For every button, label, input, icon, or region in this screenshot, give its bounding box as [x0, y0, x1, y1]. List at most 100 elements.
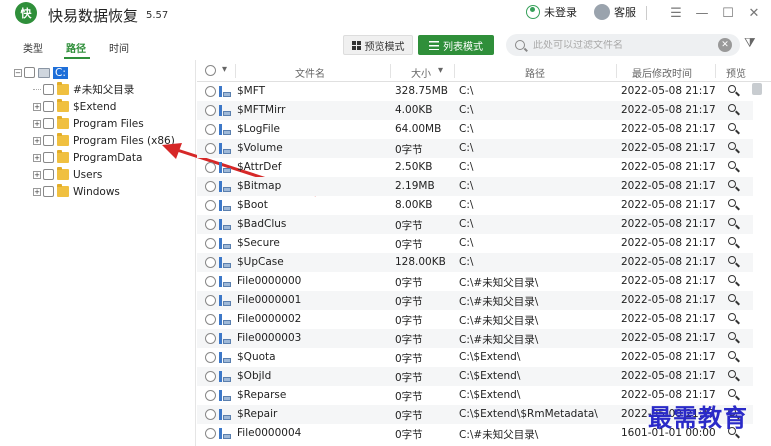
- magnifier-icon[interactable]: [728, 142, 740, 154]
- select-all-checkbox[interactable]: [205, 65, 216, 76]
- magnifier-icon[interactable]: [728, 161, 740, 173]
- magnifier-icon[interactable]: [728, 313, 740, 325]
- tree-checkbox[interactable]: [43, 101, 54, 112]
- filename-filter-input[interactable]: [533, 39, 703, 51]
- table-row[interactable]: $UpCase 128.00KB C:\ 2022-05-08 21:17: [197, 253, 753, 272]
- tree-checkbox[interactable]: [43, 84, 54, 95]
- column-name[interactable]: 文件名: [295, 65, 325, 80]
- magnifier-icon[interactable]: [728, 275, 740, 287]
- tree-item-users[interactable]: + Users: [33, 166, 102, 183]
- row-checkbox[interactable]: [205, 143, 216, 154]
- row-checkbox[interactable]: [205, 238, 216, 249]
- tree-checkbox[interactable]: [43, 152, 54, 163]
- tree-checkbox[interactable]: [43, 118, 54, 129]
- maximize-icon[interactable]: ☐: [715, 2, 741, 24]
- menu-icon[interactable]: ☰: [663, 2, 689, 24]
- table-row[interactable]: $Volume 0字节 C:\ 2022-05-08 21:17: [197, 139, 753, 158]
- row-checkbox[interactable]: [205, 314, 216, 325]
- table-row[interactable]: File0000002 0字节 C:\#未知父目录\ 2022-05-08 21:17: [197, 310, 753, 329]
- list-mode-button[interactable]: 列表模式: [418, 35, 494, 55]
- table-row[interactable]: $MFTMirr 4.00KB C:\ 2022-05-08 21:17: [197, 101, 753, 120]
- row-size: 0字节: [395, 144, 423, 156]
- row-checkbox[interactable]: [205, 352, 216, 363]
- magnifier-icon[interactable]: [728, 237, 740, 249]
- customer-service-button[interactable]: 客服: [594, 4, 636, 20]
- row-checkbox[interactable]: [205, 409, 216, 420]
- magnifier-icon[interactable]: [728, 104, 740, 116]
- sort-desc-icon[interactable]: ▾: [438, 65, 443, 76]
- magnifier-icon[interactable]: [728, 85, 740, 97]
- tree-item-windows[interactable]: + Windows: [33, 183, 120, 200]
- table-row[interactable]: File0000001 0字节 C:\#未知父目录\ 2022-05-08 21:17: [197, 291, 753, 310]
- expand-icon[interactable]: +: [33, 119, 41, 128]
- magnifier-icon[interactable]: [728, 123, 740, 135]
- magnifier-icon[interactable]: [728, 199, 740, 211]
- row-checkbox[interactable]: [205, 390, 216, 401]
- row-checkbox[interactable]: [205, 276, 216, 287]
- close-icon[interactable]: ✕: [741, 2, 767, 24]
- tree-checkbox[interactable]: [43, 135, 54, 146]
- magnifier-icon[interactable]: [728, 351, 740, 363]
- table-row[interactable]: File0000000 0字节 C:\#未知父目录\ 2022-05-08 21:17: [197, 272, 753, 291]
- table-row[interactable]: $MFT 328.75MB C:\ 2022-05-08 21:17: [197, 82, 753, 101]
- magnifier-icon[interactable]: [728, 294, 740, 306]
- expand-icon[interactable]: +: [33, 102, 41, 111]
- table-row[interactable]: $Secure 0字节 C:\ 2022-05-08 21:17: [197, 234, 753, 253]
- column-modified[interactable]: 最后修改时间: [632, 65, 692, 80]
- column-path[interactable]: 路径: [525, 65, 545, 80]
- tab-type[interactable]: 类型: [23, 40, 43, 55]
- row-checkbox[interactable]: [205, 219, 216, 230]
- row-checkbox[interactable]: [205, 124, 216, 135]
- row-checkbox[interactable]: [205, 105, 216, 116]
- row-checkbox[interactable]: [205, 86, 216, 97]
- tab-path[interactable]: 路径: [66, 40, 86, 55]
- table-row[interactable]: $ObjId 0字节 C:\$Extend\ 2022-05-08 21:17: [197, 367, 753, 386]
- magnifier-icon[interactable]: [728, 180, 740, 192]
- row-name: $Volume: [237, 142, 283, 154]
- row-checkbox[interactable]: [205, 295, 216, 306]
- row-checkbox[interactable]: [205, 181, 216, 192]
- magnifier-icon[interactable]: [728, 370, 740, 382]
- filter-icon[interactable]: ⧩: [744, 36, 760, 52]
- expand-icon[interactable]: +: [33, 170, 41, 179]
- row-checkbox[interactable]: [205, 428, 216, 439]
- tab-time[interactable]: 时间: [109, 40, 129, 55]
- table-row[interactable]: File0000003 0字节 C:\#未知父目录\ 2022-05-08 21:17: [197, 329, 753, 348]
- magnifier-icon[interactable]: [728, 218, 740, 230]
- row-checkbox[interactable]: [205, 257, 216, 268]
- expand-icon[interactable]: +: [33, 136, 41, 145]
- select-dropdown-icon[interactable]: ▾: [222, 64, 227, 75]
- table-row[interactable]: $AttrDef 2.50KB C:\ 2022-05-08 21:17: [197, 158, 753, 177]
- expand-icon[interactable]: +: [33, 153, 41, 162]
- table-row[interactable]: $Bitmap 2.19MB C:\ 2022-05-08 21:17: [197, 177, 753, 196]
- tree-item-program-files-x86[interactable]: + Program Files (x86): [33, 132, 175, 149]
- tree-checkbox[interactable]: [24, 67, 35, 78]
- clear-icon[interactable]: ✕: [718, 38, 732, 52]
- scrollbar-thumb[interactable]: [752, 83, 762, 95]
- table-row[interactable]: $Boot 8.00KB C:\ 2022-05-08 21:17: [197, 196, 753, 215]
- tree-item-programdata[interactable]: + ProgramData: [33, 149, 142, 166]
- magnifier-icon[interactable]: [728, 256, 740, 268]
- row-checkbox[interactable]: [205, 371, 216, 382]
- tree-item-extend[interactable]: + $Extend: [33, 98, 116, 115]
- tree-checkbox[interactable]: [43, 186, 54, 197]
- row-checkbox[interactable]: [205, 200, 216, 211]
- minimize-icon[interactable]: —: [689, 2, 715, 24]
- tree-item-unknown-parent[interactable]: #未知父目录: [33, 81, 134, 98]
- expand-icon[interactable]: +: [33, 187, 41, 196]
- table-row[interactable]: $LogFile 64.00MB C:\ 2022-05-08 21:17: [197, 120, 753, 139]
- table-row[interactable]: $BadClus 0字节 C:\ 2022-05-08 21:17: [197, 215, 753, 234]
- vertical-scrollbar[interactable]: [750, 82, 764, 446]
- collapse-icon[interactable]: −: [14, 68, 22, 77]
- preview-mode-button[interactable]: 预览模式: [343, 35, 413, 55]
- row-checkbox[interactable]: [205, 333, 216, 344]
- column-size[interactable]: 大小: [411, 65, 431, 80]
- row-checkbox[interactable]: [205, 162, 216, 173]
- watermark: 最需教育: [648, 403, 748, 432]
- login-button[interactable]: 未登录: [526, 4, 577, 20]
- tree-checkbox[interactable]: [43, 169, 54, 180]
- tree-root-drive[interactable]: − C:: [14, 64, 68, 81]
- magnifier-icon[interactable]: [728, 332, 740, 344]
- tree-item-program-files[interactable]: + Program Files: [33, 115, 144, 132]
- table-row[interactable]: $Quota 0字节 C:\$Extend\ 2022-05-08 21:17: [197, 348, 753, 367]
